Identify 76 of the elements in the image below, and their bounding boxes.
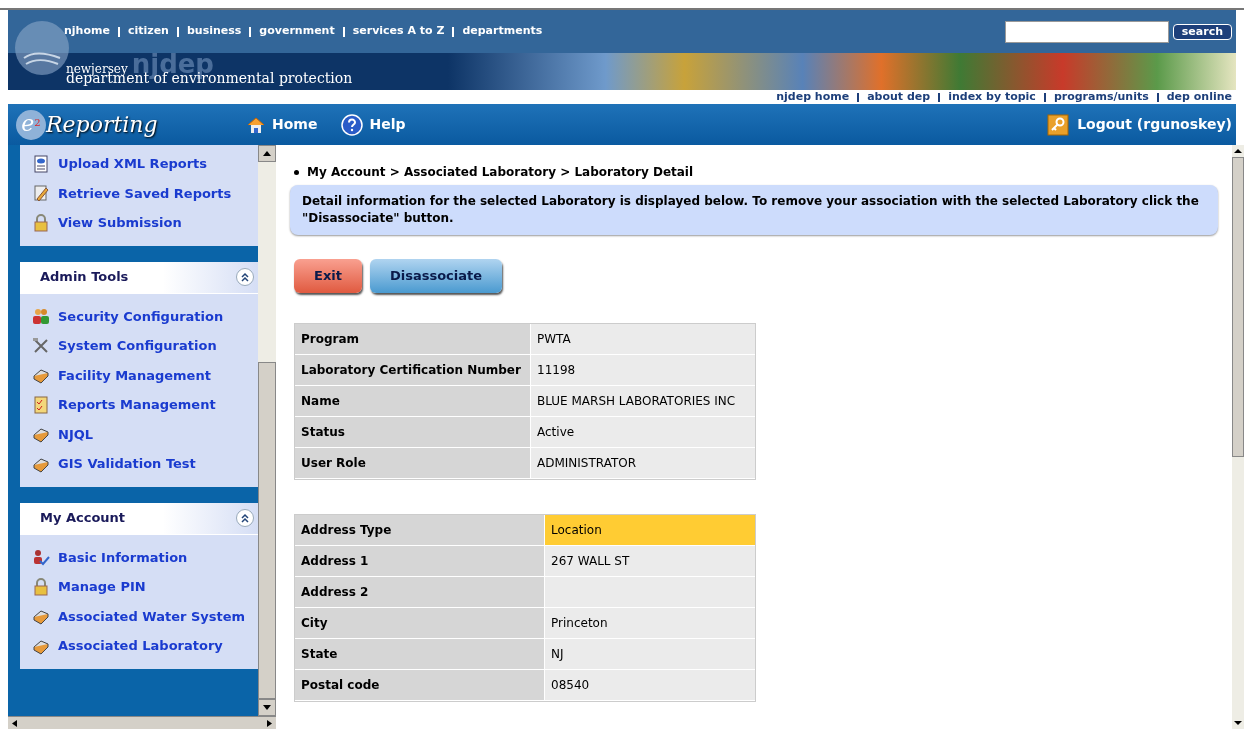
table-cell: Status	[295, 417, 531, 447]
user-check-icon	[32, 548, 50, 567]
nav-link[interactable]: citizen	[127, 23, 169, 40]
padlock-icon	[32, 213, 50, 232]
sidebar-link[interactable]: Upload XML Reports	[20, 149, 258, 179]
help-icon	[341, 113, 364, 136]
table-cell: Active	[531, 417, 755, 447]
search-field[interactable]	[1004, 20, 1169, 43]
nav-link[interactable]: njhome	[64, 23, 110, 40]
collapse-button[interactable]	[236, 268, 254, 286]
sidebar-link[interactable]: Basic Information	[20, 542, 258, 572]
table-cell: State	[295, 639, 545, 669]
down-arrow-icon	[263, 705, 271, 710]
nav-link[interactable]: njdep home	[776, 88, 850, 106]
padlock-icon	[32, 577, 50, 596]
panel-title: My Account	[40, 509, 126, 528]
document-icon	[32, 154, 50, 173]
key-icon	[1047, 113, 1070, 136]
breadcrumb: My Account > Associated Laboratory > Laboratory Detail	[307, 164, 694, 181]
table-cell: Location	[545, 515, 755, 545]
nav-link[interactable]: dep online	[1166, 88, 1232, 106]
table-cell: Name	[295, 386, 531, 416]
nav-link[interactable]: about dep	[867, 88, 931, 106]
table-cell: Postal code	[295, 670, 545, 700]
sidebar-link[interactable]: Facility Management	[20, 360, 258, 390]
table-cell: 267 WALL ST	[545, 546, 755, 576]
sidebar-link[interactable]: Retrieve Saved Reports	[20, 178, 258, 208]
panel-title: Admin Tools	[40, 268, 129, 287]
table-cell: City	[295, 608, 545, 638]
table-cell: Address 1	[295, 546, 545, 576]
table-cell: 11198	[531, 355, 755, 385]
table-cell: Address 2	[295, 577, 545, 607]
nav-link[interactable]: Help	[341, 113, 406, 136]
sidebar-link[interactable]: Reports Management	[20, 390, 258, 420]
table-cell: User Role	[295, 448, 531, 478]
nav-link[interactable]: services A to Z	[352, 23, 445, 40]
nav-link[interactable]: departments	[462, 23, 543, 40]
sidebar-link[interactable]: Manage PIN	[20, 572, 258, 602]
disassociate-button[interactable]: Disassociate	[369, 259, 503, 293]
table-cell: ADMINISTRATOR	[531, 448, 755, 478]
chevrons-icon	[240, 272, 250, 282]
table-cell: Princeton	[545, 608, 755, 638]
table-cell: Address Type	[295, 515, 545, 545]
table-cell: NJ	[545, 639, 755, 669]
search-button[interactable]: search	[1172, 23, 1232, 40]
tools-icon	[32, 336, 50, 355]
sidebar-link[interactable]: Security Configuration	[20, 301, 258, 331]
up-arrow-icon	[263, 151, 271, 156]
table-cell: 08540	[545, 670, 755, 700]
bullet-icon	[294, 169, 299, 175]
scrollbar-thumb[interactable]	[1232, 157, 1244, 457]
logout-link[interactable]: Logout (rgunoskey)	[1047, 113, 1232, 136]
table-cell: BLUE MARSH LABORATORIES INC	[531, 386, 755, 416]
sidebar-link[interactable]: GIS Validation Test	[20, 449, 258, 479]
nav-link[interactable]: index by topic	[948, 88, 1036, 106]
info-message: Detail information for the selected Laboratory is displayed below. To remove your association with the selected Laboratory click the "Disassociate" button.	[290, 185, 1218, 235]
sidebar-link[interactable]: System Configuration	[20, 331, 258, 361]
collapse-button[interactable]	[236, 509, 254, 527]
pencil-icon	[32, 184, 50, 203]
nav-link[interactable]: programs/units	[1053, 88, 1149, 106]
sidebar-link[interactable]: View Submission	[20, 208, 258, 238]
nav-link[interactable]: government	[259, 23, 335, 40]
table-cell: PWTA	[531, 324, 755, 354]
table-cell: Program	[295, 324, 531, 354]
app-logo: e$^{2}$ Reporting	[16, 108, 246, 141]
sidebar-link[interactable]: NJQL	[20, 419, 258, 449]
chevrons-icon	[240, 513, 250, 523]
sidebar-link[interactable]: Associated Water System	[20, 601, 258, 631]
sidebar-link[interactable]: Associated Laboratory	[20, 631, 258, 661]
nav-link[interactable]: Home	[246, 114, 318, 135]
table-cell: Laboratory Certification Number	[295, 355, 531, 385]
scrollbar-thumb[interactable]	[258, 362, 276, 699]
exit-button[interactable]: Exit	[294, 259, 362, 293]
people-icon	[32, 307, 50, 326]
nav-link[interactable]: business	[186, 23, 242, 40]
checklist-icon	[32, 395, 50, 414]
